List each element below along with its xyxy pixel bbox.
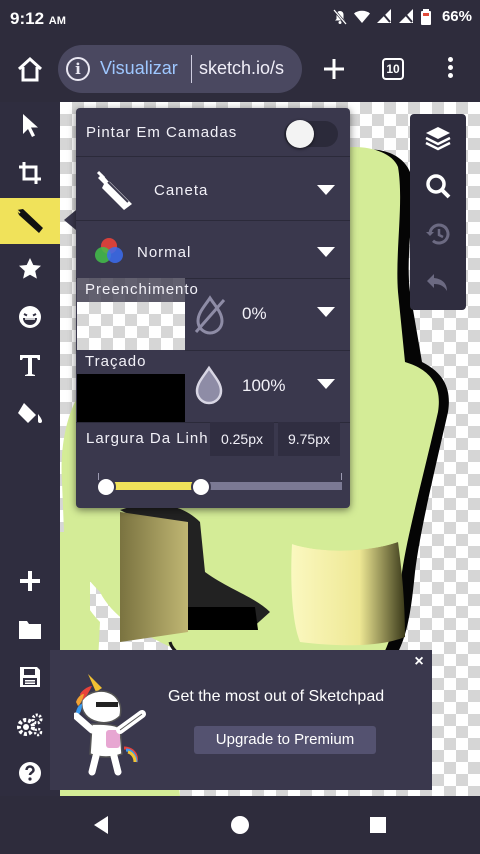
view-mode-label[interactable]: Visualizar [100,58,178,79]
history-button[interactable] [410,210,466,258]
select-icon [23,114,38,137]
layers-icon [425,127,451,151]
blend-mode-label[interactable]: Normal [137,244,191,261]
stroke-opacity-icon [195,365,223,405]
unicorn-mascot-icon [74,674,146,776]
divider [76,156,350,157]
info-icon[interactable]: i [66,57,90,81]
text-icon [20,355,40,376]
close-banner-button[interactable]: × [410,653,428,671]
fill-bucket-icon [18,403,42,423]
slider-min-handle[interactable] [96,477,116,497]
brush-dropdown-caret[interactable] [317,185,335,195]
add-icon [20,571,40,591]
tool-pen[interactable] [0,198,60,244]
layers-button[interactable] [410,114,466,162]
new-tab-button[interactable] [318,53,350,85]
undo-button[interactable] [410,258,466,306]
fill-label: Preenchimento [77,278,198,302]
no-signal-icon [398,8,414,25]
star-icon [19,258,41,279]
fill-color-swatch[interactable]: Preenchimento [77,278,198,350]
settings-icon [17,713,43,737]
pen-icon [16,209,43,233]
menu-button[interactable] [440,54,460,84]
zoom-button[interactable] [410,162,466,210]
clock: 9:12 AM [10,9,66,28]
slider-range-fill [106,482,202,490]
stroke-color-swatch[interactable]: Traçado [77,350,185,422]
battery-percent: 66% [441,8,472,25]
stroke-label: Traçado [77,350,185,374]
fill-opacity-value[interactable]: 0% [242,304,267,324]
mute-icon [332,8,348,25]
stroke-opacity-caret[interactable] [317,379,335,389]
divider [76,220,350,221]
premium-banner: × Get the most out of Sketchpad Upgrade … [50,650,432,790]
fill-opacity-icon [194,295,226,335]
signal-icon [376,8,392,25]
home-circle-icon[interactable] [229,814,251,836]
banner-pitch: Get the most out of Sketchpad [168,688,385,705]
recents-icon[interactable] [368,815,388,835]
blend-mode-icon[interactable] [94,236,124,266]
browser-toolbar: i Visualizar sketch.io/s 10 [0,36,480,102]
tab-switcher-button[interactable]: 10 [382,58,404,80]
tool-open[interactable] [0,606,60,652]
search-icon [426,174,451,199]
status-icons: 66% [332,8,472,25]
panel-pointer [64,210,76,230]
right-toolbar [410,114,466,310]
tool-select[interactable] [0,102,60,148]
line-width-slider[interactable] [98,482,342,490]
address-bar[interactable]: i Visualizar sketch.io/s [58,45,302,93]
brush-type-label[interactable]: Caneta [154,182,208,199]
blend-dropdown-caret[interactable] [317,247,335,257]
stroke-opacity-value[interactable]: 100% [242,376,285,396]
layers-toggle[interactable] [284,120,338,148]
status-bar: 9:12 AM 66% [0,0,480,36]
undo-icon [427,274,447,291]
width-min-input[interactable]: 0.25px [210,422,274,456]
tool-text[interactable] [0,342,60,388]
line-width-label: Largura Da Linh [86,430,209,447]
width-max-input[interactable]: 9.75px [278,422,340,456]
navigation-bar [0,796,480,854]
brush-settings-panel: Pintar Em Camadas Caneta Normal Preenchi… [76,108,350,508]
fill-opacity-caret[interactable] [317,307,335,317]
battery-icon [420,8,436,25]
upgrade-button[interactable]: Upgrade to Premium [194,726,376,754]
emoji-icon [19,306,41,328]
tool-shapes[interactable] [0,246,60,292]
brush-pen-icon[interactable] [94,168,142,214]
home-button[interactable] [14,54,46,86]
save-icon [20,667,40,687]
wifi-icon [353,9,370,25]
folder-icon [19,621,41,639]
slider-max-handle[interactable] [191,477,211,497]
crop-icon [19,162,41,184]
back-icon[interactable] [90,814,112,836]
plus-icon [324,59,344,79]
slider-tick [341,473,342,480]
tool-crop[interactable] [0,150,60,196]
tool-emoji[interactable] [0,294,60,340]
history-icon [426,223,450,245]
tool-new[interactable] [0,558,60,604]
help-icon [19,762,41,784]
divider [191,55,192,83]
url-text[interactable]: sketch.io/s [199,58,284,79]
home-icon [17,56,43,82]
tool-fill[interactable] [0,390,60,436]
layers-toggle-label: Pintar Em Camadas [86,124,238,141]
